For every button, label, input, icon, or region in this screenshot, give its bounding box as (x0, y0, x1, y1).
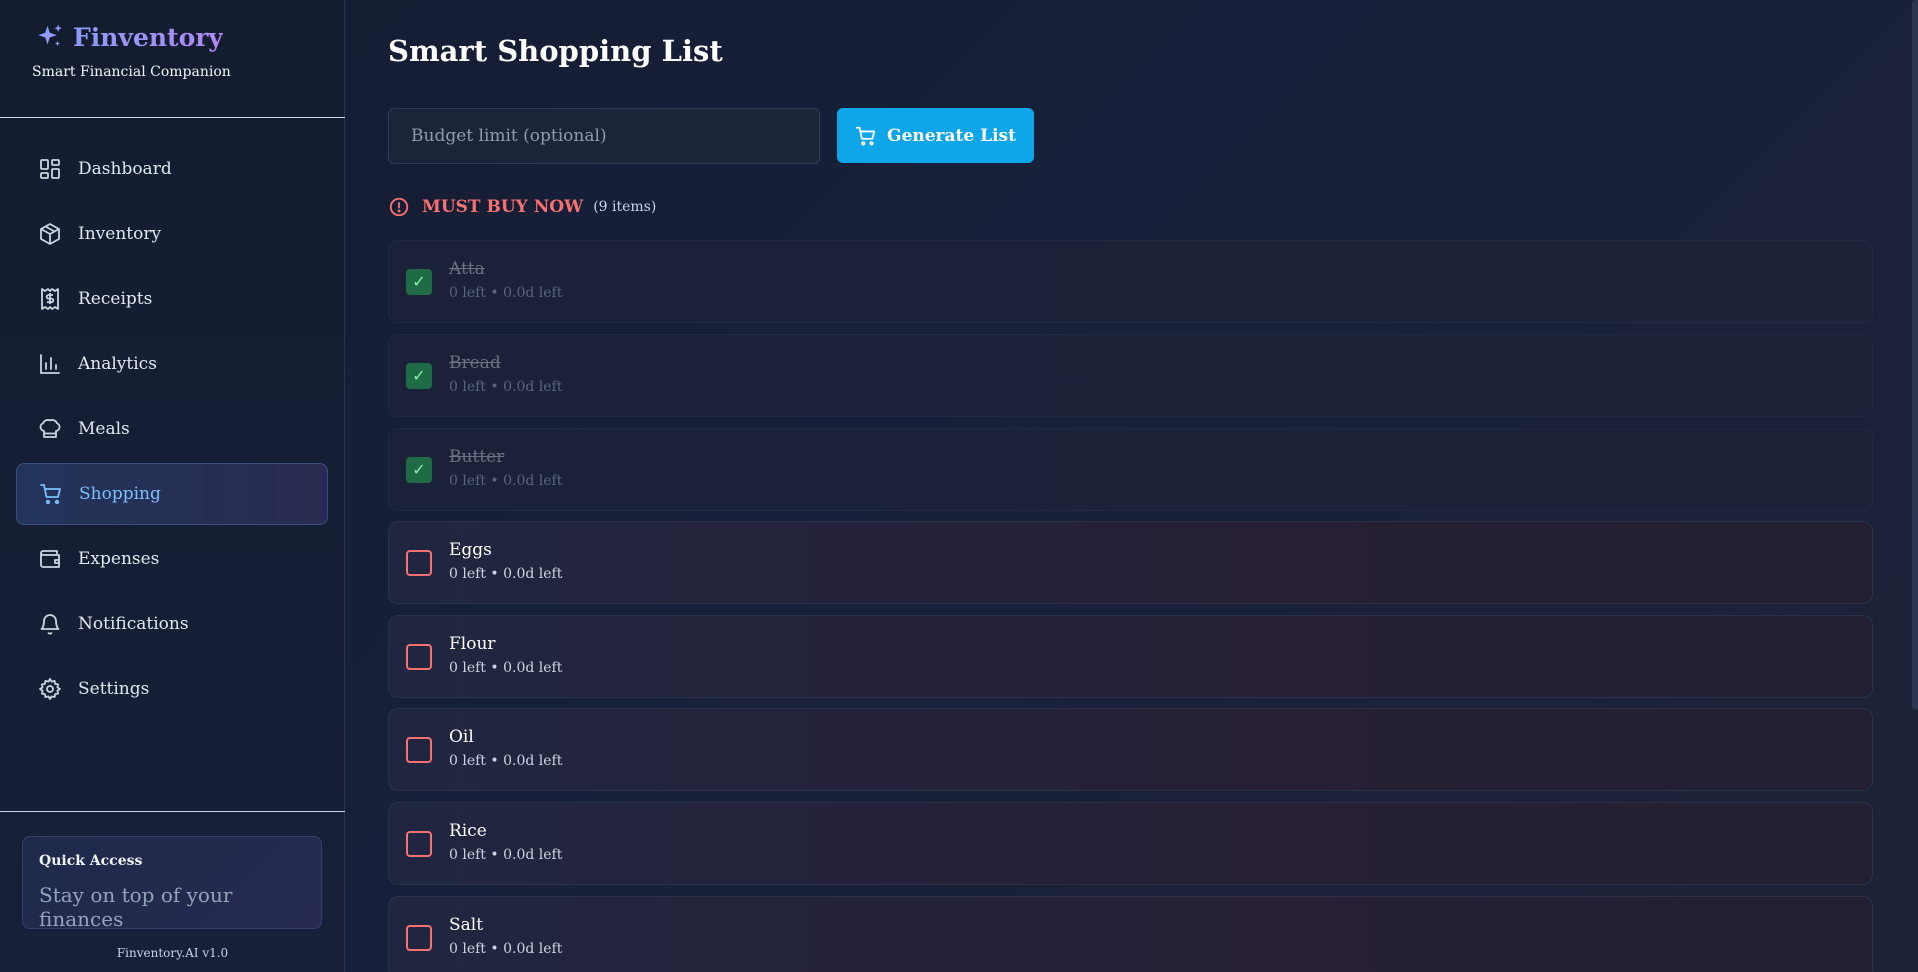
sidebar-item-settings[interactable]: Settings (16, 658, 328, 720)
sidebar-nav: Dashboard Inventory Receipts Analytics M… (16, 138, 328, 723)
brand-logo[interactable]: Finventory (35, 22, 223, 52)
app-root: Finventory Smart Financial Companion Das… (0, 0, 1918, 972)
item-meta: 0 left • 0.0d left (449, 379, 563, 395)
box-icon (40, 223, 60, 245)
sidebar-item-inventory[interactable]: Inventory (16, 203, 328, 265)
dashboard-icon (40, 159, 60, 179)
brand-name: Finventory (73, 22, 223, 52)
main-content: Smart Shopping List Generate List MUST B… (345, 0, 1918, 972)
item-checkbox[interactable] (406, 644, 432, 670)
sidebar-divider (0, 811, 345, 812)
quick-access-title: Quick Access (39, 853, 143, 869)
item-meta: 0 left • 0.0d left (449, 660, 563, 676)
alert-circle-icon (389, 197, 409, 217)
sidebar-item-notifications[interactable]: Notifications (16, 593, 328, 655)
item-name: Atta (449, 259, 485, 279)
cart-icon (40, 484, 61, 505)
item-name: Rice (449, 821, 487, 841)
item-checkbox[interactable]: ✓ (406, 457, 432, 483)
wallet-icon (40, 550, 60, 568)
item-checkbox[interactable] (406, 737, 432, 763)
list-item[interactable]: ✓ Butter 0 left • 0.0d left (388, 428, 1873, 511)
sidebar-item-receipts[interactable]: Receipts (16, 268, 328, 330)
quick-access-subtitle: Stay on top of your finances (39, 883, 233, 931)
generate-list-label: Generate List (887, 125, 1016, 146)
item-name: Butter (449, 447, 505, 467)
brand-tagline: Smart Financial Companion (32, 64, 231, 80)
item-name: Oil (449, 727, 474, 747)
sparkles-icon (38, 24, 62, 47)
item-meta: 0 left • 0.0d left (449, 285, 563, 301)
cart-icon (855, 126, 876, 145)
item-meta: 0 left • 0.0d left (449, 753, 563, 769)
list-item[interactable]: ✓ Atta 0 left • 0.0d left (388, 240, 1873, 323)
bar-chart-icon (40, 354, 60, 374)
sidebar-item-label: Inventory (78, 224, 162, 244)
list-item[interactable]: ✓ Bread 0 left • 0.0d left (388, 334, 1873, 417)
sidebar-item-dashboard[interactable]: Dashboard (16, 138, 328, 200)
item-checkbox[interactable] (406, 550, 432, 576)
list-item[interactable]: Flour 0 left • 0.0d left (388, 615, 1873, 698)
item-checkbox[interactable] (406, 831, 432, 857)
brand-header: Finventory Smart Financial Companion (0, 0, 345, 118)
sidebar-item-meals[interactable]: Meals (16, 398, 328, 460)
item-name: Flour (449, 634, 496, 654)
sidebar-item-label: Meals (78, 419, 130, 439)
item-checkbox[interactable]: ✓ (406, 269, 432, 295)
receipt-icon (41, 288, 59, 310)
item-checkbox[interactable] (406, 925, 432, 951)
item-meta: 0 left • 0.0d left (449, 473, 563, 489)
sidebar-item-expenses[interactable]: Expenses (16, 528, 328, 590)
sidebar-item-label: Analytics (78, 354, 157, 374)
app-version: Finventory.AI v1.0 (116, 946, 229, 960)
item-meta: 0 left • 0.0d left (449, 941, 563, 957)
item-name: Salt (449, 915, 484, 935)
item-name: Eggs (449, 540, 492, 560)
sidebar-item-label: Settings (78, 679, 150, 699)
section-title: MUST BUY NOW (422, 197, 584, 217)
item-checkbox[interactable]: ✓ (406, 363, 432, 389)
sidebar-item-analytics[interactable]: Analytics (16, 333, 328, 395)
item-name: Bread (449, 353, 501, 373)
list-item[interactable]: Eggs 0 left • 0.0d left (388, 521, 1873, 604)
bell-icon (40, 614, 60, 635)
section-count: (9 items) (593, 199, 657, 215)
list-item[interactable]: Salt 0 left • 0.0d left (388, 896, 1873, 972)
scrollbar[interactable] (1912, 0, 1918, 710)
sidebar: Finventory Smart Financial Companion Das… (0, 0, 345, 972)
page-title: Smart Shopping List (388, 34, 723, 68)
sidebar-item-label: Shopping (79, 484, 161, 504)
generate-list-button[interactable]: Generate List (837, 108, 1034, 163)
list-item[interactable]: Rice 0 left • 0.0d left (388, 802, 1873, 885)
list-item[interactable]: Oil 0 left • 0.0d left (388, 708, 1873, 791)
item-meta: 0 left • 0.0d left (449, 566, 563, 582)
sidebar-item-shopping[interactable]: Shopping (16, 463, 328, 525)
gear-icon (39, 678, 61, 700)
item-meta: 0 left • 0.0d left (449, 847, 563, 863)
sidebar-item-label: Receipts (78, 289, 153, 309)
quick-access-card[interactable]: Quick Access Stay on top of your finance… (22, 836, 322, 931)
sidebar-item-label: Notifications (78, 614, 189, 634)
sidebar-item-label: Expenses (78, 549, 160, 569)
sidebar-item-label: Dashboard (78, 159, 172, 179)
must-buy-section-header: MUST BUY NOW (9 items) (388, 196, 656, 218)
budget-limit-input[interactable] (388, 108, 820, 164)
chef-hat-icon (39, 419, 61, 438)
